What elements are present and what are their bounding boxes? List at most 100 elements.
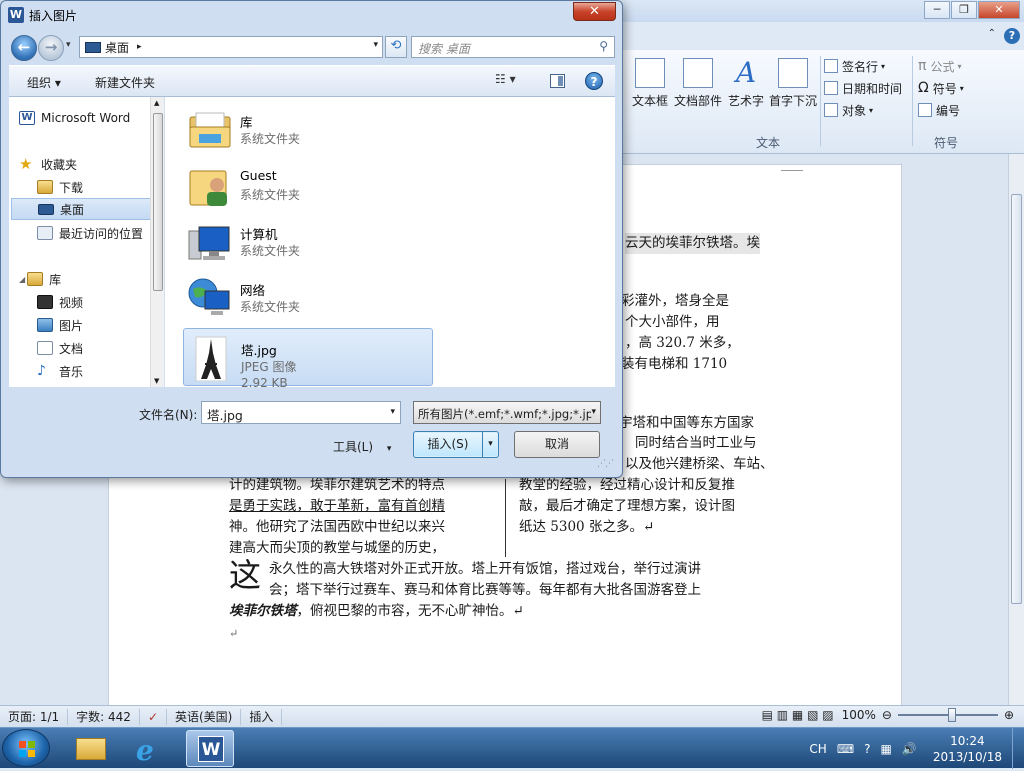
file-item-libraries[interactable]: 库 系统文件夹 (183, 101, 433, 157)
zoom-slider[interactable] (897, 708, 998, 722)
search-input[interactable]: 搜索 桌面 ⚲ (411, 36, 615, 58)
file-item-network[interactable]: 网络 系统文件夹 (183, 269, 433, 325)
nav-item-libraries[interactable]: ◢ 库 (19, 268, 161, 290)
scroll-up-icon[interactable]: ▲ (154, 99, 159, 107)
text-box-button[interactable]: 文本框 (630, 58, 670, 109)
file-name: 网络 (240, 283, 266, 298)
zoom-in-icon[interactable]: ⊕ (1004, 708, 1014, 722)
change-view-button[interactable]: ☷ ▾ (495, 72, 516, 86)
text-box-label: 文本框 (631, 94, 668, 108)
help-icon[interactable]: ? (1004, 28, 1020, 44)
address-crumb-desktop[interactable]: 桌面 (105, 39, 129, 56)
network-icon[interactable]: ▦ (881, 742, 892, 756)
file-type-filter[interactable]: 所有图片(*.emf;*.wmf;*.jpg;*.jp ▾ (413, 401, 601, 424)
word-icon: W (8, 7, 24, 23)
date-time-button[interactable]: 日期和时间 (824, 78, 902, 98)
object-button[interactable]: 对象 ▾ (824, 100, 873, 120)
ribbon-separator (912, 56, 913, 146)
help-icon[interactable]: ? (864, 742, 870, 756)
file-item-tower-jpg[interactable]: 塔.jpg JPEG 图像 2.92 KB (183, 328, 433, 390)
word-count[interactable]: 字数: 442 (68, 708, 140, 725)
wordart-button[interactable]: A 艺术字 (726, 58, 766, 109)
signature-line-button[interactable]: 签名行 ▾ (824, 56, 885, 76)
insert-options-dropdown[interactable]: ▾ (482, 432, 498, 457)
video-icon (37, 295, 53, 309)
insert-mode[interactable]: 插入 (241, 708, 283, 725)
show-desktop-button[interactable] (1012, 728, 1024, 769)
maximize-button[interactable]: ❐ (951, 1, 977, 19)
taskbar-explorer[interactable] (66, 730, 114, 767)
taskbar-word[interactable]: W (186, 730, 234, 767)
nav-scrollbar[interactable]: ▲ ▼ (150, 97, 164, 387)
address-bar[interactable]: 桌面 ▸ ▾ (79, 36, 383, 58)
chevron-down-icon[interactable]: ▾ (591, 407, 596, 417)
word-icon: W (198, 736, 224, 762)
command-bar: 组织 ▾ 新建文件夹 ☷ ▾ ? (9, 65, 615, 97)
paragraph-mark: ↵ (229, 627, 239, 640)
keyboard-icon[interactable]: ⌨ (837, 742, 854, 756)
chevron-right-icon[interactable]: ▸ (137, 42, 142, 52)
nav-item-desktop[interactable]: 桌面 (11, 198, 153, 220)
nav-scroll-thumb[interactable] (153, 113, 163, 291)
scroll-down-icon[interactable]: ▼ (154, 377, 159, 385)
view-buttons[interactable]: ▤ ▥ ▦ ▧ ▨ (762, 708, 834, 722)
forward-button[interactable]: → (38, 35, 64, 61)
chevron-down-icon[interactable]: ▾ (373, 40, 378, 50)
nav-item-favorites[interactable]: ★ 收藏夹 (19, 153, 161, 175)
vertical-scrollbar[interactable] (1008, 154, 1024, 705)
page-count[interactable]: 页面: 1/1 (0, 708, 69, 725)
clock[interactable]: 10:24 2013/10/18 (923, 733, 1012, 765)
drop-cap-button[interactable]: 首字下沉 (768, 58, 818, 109)
file-name-input[interactable]: 塔.jpg ▾ (201, 401, 401, 424)
organize-button[interactable]: 组织 ▾ (27, 74, 61, 91)
doc-line: 教堂的经验，经过精心设计和反复推 (519, 477, 735, 493)
recent-locations-dropdown[interactable]: ▾ (66, 40, 71, 50)
navigation-pane: W Microsoft Word ★ 收藏夹 下载 桌面 最近访问的位置 ◢ 库 视… (9, 97, 164, 387)
preview-pane-button[interactable] (550, 74, 565, 88)
chevron-down-icon[interactable]: ▾ (390, 407, 395, 417)
symbol-button[interactable]: Ω 符号 ▾ (918, 78, 964, 98)
dialog-title-bar[interactable]: W 插入图片 ✕ (1, 1, 622, 29)
zoom-knob[interactable] (947, 708, 956, 722)
taskbar-ie[interactable]: e (126, 730, 174, 767)
equation-button[interactable]: π 公式 ▾ (918, 56, 961, 76)
search-placeholder: 搜索 桌面 (418, 42, 470, 56)
proofing-icon[interactable]: ✓ (140, 708, 167, 725)
doc-line: 计的建筑物。埃菲尔建筑艺术的特点 (229, 477, 445, 493)
volume-icon[interactable]: 🔊 (902, 742, 917, 756)
nav-item-word[interactable]: W Microsoft Word (19, 107, 161, 129)
new-folder-button[interactable]: 新建文件夹 (95, 74, 155, 91)
cancel-button[interactable]: 取消 (514, 431, 600, 458)
quick-parts-button[interactable]: 文档部件 (674, 58, 722, 109)
input-language[interactable]: CH (809, 742, 826, 756)
dialog-close-button[interactable]: ✕ (573, 2, 616, 21)
text-box-icon (635, 58, 665, 88)
language-indicator[interactable]: 英语(美国) (167, 708, 242, 725)
insert-button[interactable]: 插入(S) ▾ (413, 431, 499, 458)
dialog-title: 插入图片 (29, 9, 78, 23)
refresh-button[interactable]: ⟲ (385, 36, 407, 58)
tools-button[interactable]: 工具(L) ▾ (333, 438, 391, 455)
object-icon (824, 103, 838, 117)
file-item-guest[interactable]: Guest 系统文件夹 (183, 157, 433, 213)
help-button[interactable]: ? (585, 72, 603, 90)
close-button[interactable]: ✕ (978, 1, 1020, 19)
ribbon-collapse-icon[interactable]: ⌃ (988, 28, 996, 39)
zoom-out-icon[interactable]: ⊖ (882, 708, 892, 722)
file-item-computer[interactable]: 计算机 系统文件夹 (183, 213, 433, 269)
number-button[interactable]: 编号 (918, 100, 960, 120)
back-button[interactable]: ← (11, 35, 37, 61)
resize-grip[interactable]: ⋰⋰ (597, 459, 614, 469)
search-icon[interactable]: ⚲ (599, 39, 608, 53)
minimize-button[interactable]: ─ (924, 1, 950, 19)
file-type: 系统文件夹 (240, 244, 301, 258)
scroll-thumb[interactable] (1011, 194, 1022, 604)
desktop-icon (38, 203, 54, 215)
bold-italic-phrase: 埃菲尔铁塔 (229, 603, 297, 619)
zoom-level[interactable]: 100% (842, 708, 876, 722)
doc-line: 会；塔下举行过赛车、赛马和体育比赛等等。每年都有大批各国游客登上 (269, 582, 701, 598)
start-button[interactable] (2, 729, 50, 767)
collapse-arrow-icon[interactable]: ◢ (19, 275, 25, 284)
taskbar: e W CH ⌨ ? ▦ 🔊 10:24 2013/10/18 (0, 727, 1024, 769)
number-icon (918, 103, 932, 117)
